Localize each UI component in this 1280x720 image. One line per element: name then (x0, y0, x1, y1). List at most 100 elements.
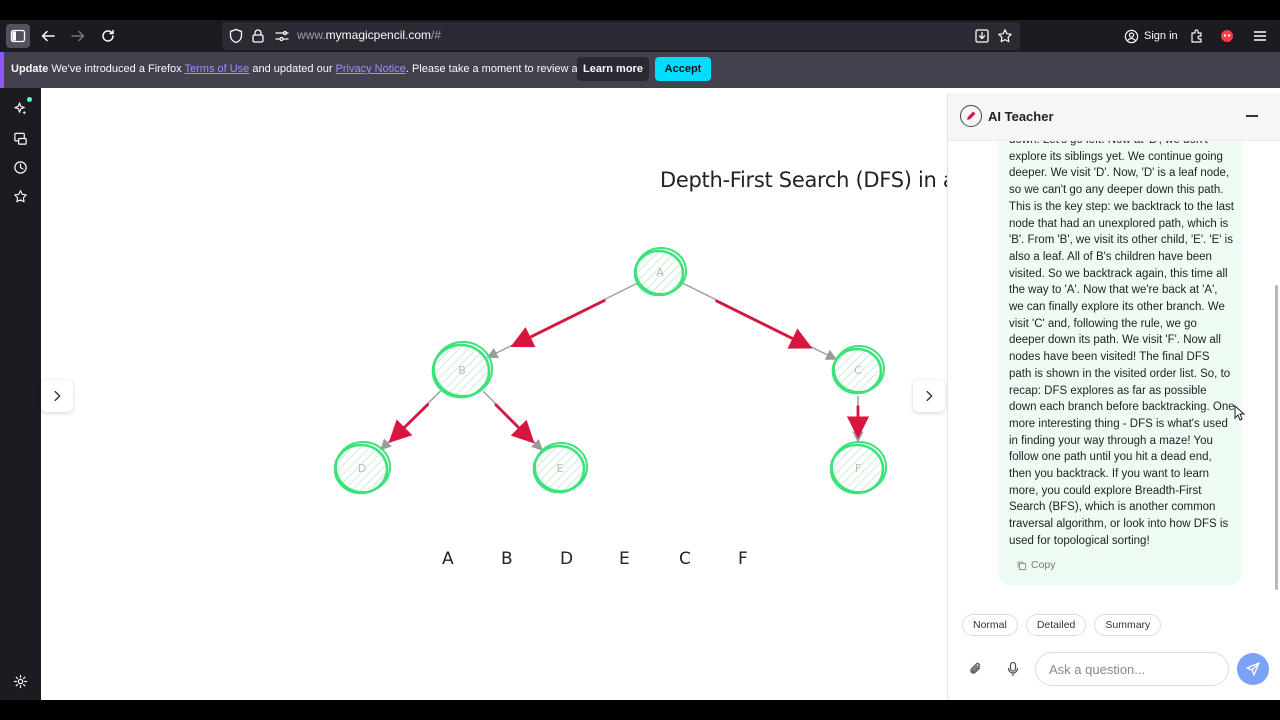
screen: www.mymagicpencil.com/# Sign in Update W… (0, 0, 1280, 720)
visited-order-item: F (738, 549, 748, 569)
tree-node-label: A (656, 266, 664, 279)
tree-node-label: B (458, 364, 466, 377)
site-info-button[interactable] (246, 24, 270, 48)
bookmark-star-icon (998, 29, 1012, 43)
canvas-next-button[interactable] (913, 380, 945, 412)
copy-icon (1017, 561, 1027, 570)
tree-node-label: E (557, 462, 564, 475)
paperclip-icon (970, 662, 981, 674)
notification-bar: Update We've introduced a Firefox Terms … (0, 52, 1280, 88)
sign-in-label: Sign in (1144, 30, 1178, 42)
mode-summary-button[interactable]: Summary (1094, 614, 1162, 636)
learn-more-button[interactable]: Learn more (577, 57, 649, 81)
save-page-button[interactable] (970, 24, 994, 48)
copy-label: Copy (1031, 559, 1056, 571)
tree-node-f: F (829, 441, 887, 495)
microphone-icon (1007, 661, 1019, 677)
send-button[interactable] (1237, 653, 1269, 685)
assistant-message-text: down. Let's go left. Now at 'B', we don'… (1009, 141, 1235, 547)
notification-text-2: and updated our (249, 63, 336, 75)
reload-button[interactable] (96, 24, 120, 48)
sparkle-icon (13, 101, 26, 115)
ai-notification-dot (27, 97, 32, 102)
menu-icon (1253, 31, 1267, 41)
assistant-message: down. Let's go left. Now at 'B', we don'… (998, 141, 1242, 585)
copy-button[interactable]: Copy (1016, 559, 1056, 571)
url-host: mymagicpencil.com (325, 28, 432, 42)
extensions-icon (1191, 29, 1202, 43)
extensions-button[interactable] (1185, 24, 1209, 48)
sign-in-button[interactable]: Sign in (1120, 24, 1182, 48)
url-text: www.mymagicpencil.com/# (297, 28, 441, 42)
save-page-icon (975, 29, 989, 43)
reload-icon (102, 29, 114, 42)
mode-normal-button[interactable]: Normal (962, 614, 1018, 636)
browser-sidebar (0, 88, 41, 700)
minimize-icon[interactable] (1246, 115, 1258, 117)
panel-title: AI Teacher (988, 109, 1054, 124)
panel-scrollbar[interactable] (1275, 285, 1278, 590)
permissions-icon (275, 30, 289, 42)
forward-icon (71, 30, 85, 42)
synced-tabs-button[interactable] (10, 128, 30, 148)
attach-button[interactable] (966, 659, 986, 679)
send-icon (1246, 662, 1260, 676)
dfs-tree-diagram: A B C D E F (333, 247, 887, 495)
back-icon (41, 30, 55, 42)
edge-A-C-traversal (715, 299, 813, 349)
question-input[interactable]: Ask a question... (1035, 652, 1229, 686)
visited-order-item: C (679, 549, 691, 569)
tree-node-b: B (431, 341, 493, 399)
terms-of-use-link[interactable]: Terms of Use (185, 63, 250, 75)
gear-icon (13, 674, 27, 688)
shield-icon (229, 28, 243, 44)
tree-node-label: D (358, 462, 366, 475)
tracking-protection-button[interactable] (224, 24, 248, 48)
bookmarks-button[interactable] (10, 186, 30, 206)
tree-node-a: A (633, 247, 687, 297)
notification-bold: Update (11, 63, 49, 75)
profile-icon (1221, 30, 1233, 42)
privacy-notice-link[interactable]: Privacy Notice (336, 63, 406, 75)
back-button[interactable] (36, 24, 60, 48)
bookmark-button[interactable] (993, 24, 1017, 48)
visited-order-item: B (501, 549, 513, 569)
response-mode-selector: Normal Detailed Summary (962, 614, 1162, 636)
chat-input-row: Ask a question... (948, 649, 1280, 689)
bottom-black-strip (0, 700, 1280, 720)
tree-node-c: C (831, 345, 885, 395)
edge-B-E-traversal (494, 403, 535, 444)
synced-tabs-icon (13, 132, 27, 145)
sidebar-toggle-button[interactable] (6, 24, 30, 48)
url-bar[interactable]: www.mymagicpencil.com/# (222, 22, 1020, 50)
visited-order-item: A (442, 549, 454, 569)
accept-button[interactable]: Accept (655, 57, 711, 81)
mode-detailed-button[interactable]: Detailed (1025, 614, 1087, 636)
microphone-button[interactable] (1003, 659, 1023, 679)
sidebar-icon (10, 29, 26, 43)
chevron-right-icon (54, 390, 61, 402)
pencil-logo-icon (960, 105, 982, 127)
tree-node-label: C (854, 364, 862, 377)
history-button[interactable] (10, 157, 30, 177)
notification-message: Update We've introduced a Firefox Terms … (11, 63, 628, 75)
tree-node-d: D (333, 441, 391, 495)
chevron-right-icon (926, 390, 933, 402)
notification-text-1: We've introduced a Firefox (48, 63, 185, 75)
sidebar-settings-button[interactable] (10, 671, 30, 691)
forward-button[interactable] (66, 24, 90, 48)
canvas-prev-button[interactable] (41, 380, 73, 412)
account-icon (1124, 29, 1139, 43)
permissions-button[interactable] (270, 24, 294, 48)
tree-node-label: F (855, 462, 861, 475)
edge-B-D-traversal (388, 403, 430, 443)
ai-teacher-panel: AI Teacher down. Let's go left. Now at '… (947, 93, 1280, 700)
visited-order-item: D (560, 549, 574, 569)
profile-button[interactable] (1215, 24, 1239, 48)
url-prefix: www. (297, 28, 326, 42)
app-menu-button[interactable] (1248, 24, 1272, 48)
mouse-cursor-icon (1234, 405, 1246, 421)
url-suffix: /# (431, 28, 442, 42)
browser-toolbar: www.mymagicpencil.com/# Sign in (0, 20, 1280, 52)
panel-header: AI Teacher (948, 93, 1280, 141)
